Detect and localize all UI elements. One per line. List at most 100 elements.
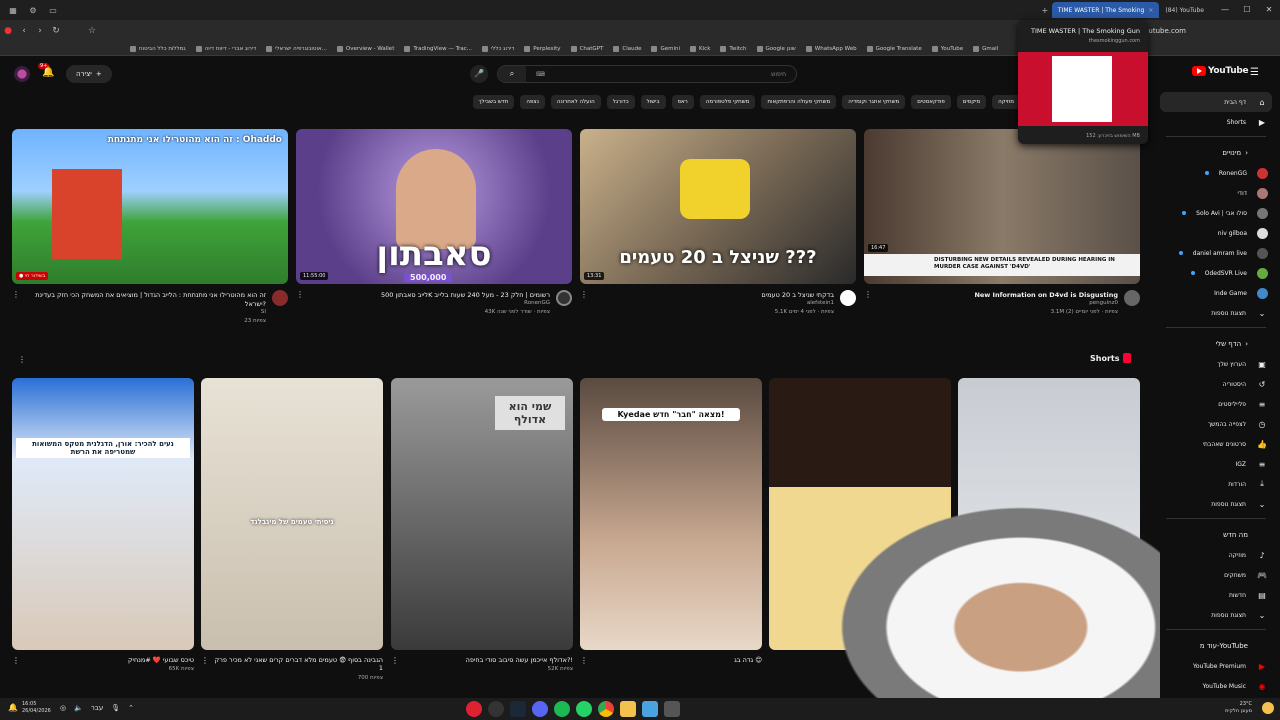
create-button[interactable]: יצירה + bbox=[66, 65, 112, 83]
channel-name[interactable]: SI bbox=[261, 309, 266, 315]
youtube-logo[interactable]: YouTube bbox=[1192, 66, 1249, 76]
sidebar-item-liked[interactable]: סרטונים שאהבתי 👍 bbox=[1160, 434, 1272, 454]
video-card[interactable]: שניצל ב 20 טעמים ??? 13:31 בדקתי שניצל ב… bbox=[580, 129, 856, 334]
chip[interactable]: הועלה לאחרונה bbox=[550, 95, 601, 109]
video-thumbnail[interactable]: זה הוא מהוטרילו אני מתנתחת : Ohaddo ● בש… bbox=[12, 129, 288, 284]
more-menu-icon[interactable]: ⋮ bbox=[580, 656, 588, 665]
bookmark[interactable]: דירוג כללי bbox=[482, 45, 514, 52]
channel-avatar[interactable] bbox=[840, 290, 856, 306]
chip[interactable]: חדש בשבילך bbox=[472, 95, 515, 109]
subscriptions-header[interactable]: מינויים › bbox=[1160, 143, 1272, 163]
sidebar-item-playlists[interactable]: פלייליסטים ≡ bbox=[1160, 394, 1272, 414]
short-thumbnail[interactable]: נעים להכיר: אורן, הדגלנית מטקס המשואות ש… bbox=[12, 378, 194, 650]
channel-avatar[interactable] bbox=[1124, 290, 1140, 306]
discord-icon[interactable] bbox=[532, 701, 548, 717]
video-title[interactable]: לייב סאבתון 500K רשומים | חלק 23 - מעל 2… bbox=[315, 291, 550, 300]
bookmark[interactable]: Kick bbox=[690, 45, 710, 52]
sidebar-item-shorts[interactable]: Shorts ▶ bbox=[1160, 112, 1272, 132]
sidebar-item-sub[interactable]: RonenGG bbox=[1160, 163, 1272, 183]
sidebar-item-premium[interactable]: YouTube Premium ▶ bbox=[1160, 656, 1272, 676]
search-icon[interactable]: ⌕ bbox=[498, 66, 526, 82]
maximize-icon[interactable]: ☐ bbox=[1236, 0, 1258, 20]
new-tab-icon[interactable]: + bbox=[1038, 3, 1052, 17]
sidebar-item-sub[interactable]: Solo Avi | סולו אבי bbox=[1160, 203, 1272, 223]
avatar[interactable] bbox=[14, 66, 30, 82]
more-menu-icon[interactable]: ⋮ bbox=[580, 290, 588, 299]
video-title[interactable]: בדקתי שניצל ב 20 טעמים bbox=[599, 291, 834, 300]
search-box[interactable]: ⌕ ⌨ חיפוש bbox=[497, 65, 797, 83]
app-icon[interactable] bbox=[642, 701, 658, 717]
sidebar-item-sub[interactable]: דודי bbox=[1160, 183, 1272, 203]
video-card[interactable]: זה הוא מהוטרילו אני מתנתחת : Ohaddo ● בש… bbox=[12, 129, 288, 334]
reload-icon[interactable]: ↻ bbox=[48, 26, 64, 36]
bookmark[interactable]: דירוג אברי - דיווח דיוה bbox=[195, 45, 256, 52]
shorts-more-icon[interactable]: ⋮ bbox=[18, 355, 26, 364]
short-card[interactable]: נעים להכיר: אורן, הדגלנית מטקס המשואות ש… bbox=[12, 378, 194, 682]
sidebar-item-channel[interactable]: הערוץ שלך ▣ bbox=[1160, 354, 1272, 374]
close-tab-icon[interactable]: × bbox=[1148, 7, 1153, 14]
short-card[interactable]: שמי הוא אדולף אדולף אייכמן עשה סיבוב סוד… bbox=[391, 378, 573, 682]
video-card[interactable]: סאבתון 500,000 11:55:00 לייב סאבתון 500K… bbox=[296, 129, 572, 334]
chip[interactable]: כדורגל bbox=[606, 95, 635, 109]
system-clock[interactable]: 16:05 26/04/2026 bbox=[22, 701, 51, 715]
chip[interactable]: נצפה bbox=[520, 95, 545, 109]
sidebar-item-news[interactable]: חדשות ▤ bbox=[1160, 585, 1272, 605]
close-window-icon[interactable]: ✕ bbox=[1258, 0, 1280, 20]
chrome-icon[interactable] bbox=[598, 701, 614, 717]
more-menu-icon[interactable]: ⋮ bbox=[12, 290, 20, 299]
short-title[interactable]: הגבינה בסוף 😨 טעמים מלא דברים קרים שאני … bbox=[213, 656, 383, 672]
bookmark[interactable]: Claude bbox=[613, 45, 641, 52]
weather-widget[interactable]: 23°C מעונן חלקית bbox=[1225, 701, 1252, 715]
search-input[interactable]: חיפוש bbox=[771, 71, 786, 78]
keyboard-icon[interactable]: ⌨ bbox=[536, 71, 545, 78]
sidebar-item-gaming[interactable]: משחקים 🎮 bbox=[1160, 565, 1272, 585]
short-thumbnail[interactable]: Kyedae מצאה "חבר" חדש! bbox=[580, 378, 762, 650]
bookmark[interactable]: Google שונן bbox=[756, 45, 796, 52]
mic-icon[interactable]: 🎤 bbox=[470, 65, 488, 83]
spotify-icon[interactable] bbox=[554, 701, 570, 717]
more-menu-icon[interactable]: ⋮ bbox=[201, 656, 209, 665]
bell-icon[interactable]: 🔔 bbox=[42, 67, 54, 78]
mic-tray-icon[interactable]: 🎙 bbox=[111, 704, 120, 712]
short-card[interactable]: Kyedae מצאה "חבר" חדש! גדה בג 😊 ⋮ bbox=[580, 378, 762, 682]
more-menu-icon[interactable]: ⋮ bbox=[391, 656, 399, 665]
whatsapp-icon[interactable] bbox=[576, 701, 592, 717]
video-thumbnail[interactable]: DISTURBING NEW DETAILS REVEALED DURING H… bbox=[864, 129, 1140, 284]
sidebar-show-more[interactable]: תצוגת נוספות ⌄ bbox=[1160, 605, 1272, 625]
channel-name[interactable]: RonenGG bbox=[524, 300, 550, 306]
chip[interactable]: משחקי פלטפורמה bbox=[699, 95, 756, 109]
app-icon[interactable] bbox=[664, 701, 680, 717]
chip[interactable]: ראפ bbox=[671, 95, 694, 109]
sidebar-item-music-app[interactable]: YouTube Music ◉ bbox=[1160, 676, 1272, 696]
more-menu-icon[interactable]: ⋮ bbox=[864, 290, 872, 299]
input-language[interactable]: עבר bbox=[91, 704, 103, 712]
bookmark[interactable]: אוטובוגרפיה ישראלי... bbox=[266, 45, 327, 52]
sidebar-item-playlist-igz[interactable]: IGZ ≡ bbox=[1160, 454, 1272, 474]
sidebar-item-watch-later[interactable]: לצפייה בהמשך ◷ bbox=[1160, 414, 1272, 434]
steam-icon[interactable] bbox=[510, 701, 526, 717]
sidebar-item-music[interactable]: מוזיקה ♪ bbox=[1160, 545, 1272, 565]
sidebar-item-sub[interactable]: niv gilboa bbox=[1160, 223, 1272, 243]
minimize-icon[interactable]: — bbox=[1214, 0, 1236, 20]
forward-icon[interactable]: › bbox=[32, 26, 48, 36]
app-icon[interactable] bbox=[466, 701, 482, 717]
settings-icon[interactable]: ⚙ bbox=[26, 3, 40, 17]
video-thumbnail[interactable]: סאבתון 500,000 11:55:00 bbox=[296, 129, 572, 284]
back-icon[interactable]: ‹ bbox=[16, 26, 32, 36]
short-thumbnail[interactable]: ניסיתי טעמים של מינבלנד bbox=[201, 378, 383, 650]
sidebar-item-home[interactable]: דף הבית ⌂ bbox=[1160, 92, 1272, 112]
short-card[interactable]: ניסיתי טעמים של מינבלנד הגבינה בסוף 😨 טע… bbox=[201, 378, 383, 682]
more-menu-icon[interactable]: ⋮ bbox=[12, 656, 20, 665]
chip[interactable]: מיקסים bbox=[956, 95, 987, 109]
video-title[interactable]: זה הוא מהוטרילו אני מתנתחת : הלייב הגדול… bbox=[31, 291, 266, 309]
bookmark[interactable]: Perplexity bbox=[524, 45, 561, 52]
notification-icon[interactable]: 🔔 bbox=[8, 703, 18, 712]
github-icon[interactable] bbox=[488, 701, 504, 717]
video-title[interactable]: New Information on D4vd is Disgusting bbox=[883, 291, 1118, 300]
volume-icon[interactable]: 🔈 bbox=[74, 704, 83, 712]
short-thumbnail[interactable]: שמי הוא אדולף bbox=[391, 378, 573, 650]
wifi-icon[interactable]: ◎ bbox=[60, 704, 66, 712]
extension-icon[interactable]: ● bbox=[0, 26, 16, 36]
bookmark[interactable]: ChatGPT bbox=[570, 45, 603, 52]
short-title[interactable]: טיכס שבועי ❤️ #מנחיק bbox=[24, 656, 194, 664]
